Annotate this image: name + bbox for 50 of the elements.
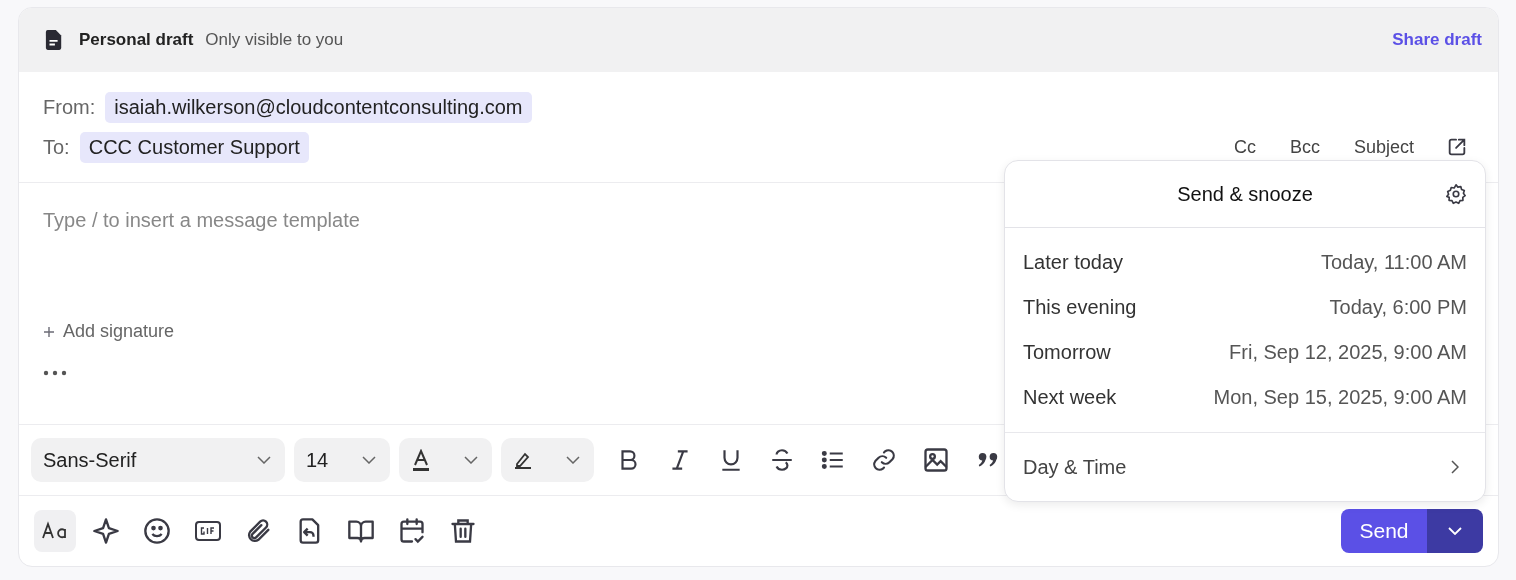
chevron-down-icon (464, 456, 478, 464)
option-label: This evening (1023, 296, 1137, 319)
option-label: Next week (1023, 386, 1117, 409)
draft-title: Personal draft (79, 30, 194, 50)
add-signature-link[interactable]: Add signature (43, 321, 175, 342)
chevron-right-icon (1451, 460, 1459, 474)
option-label: Tomorrow (1023, 341, 1111, 364)
snooze-option[interactable]: This evening Today, 6:00 PM (1005, 285, 1485, 330)
settings-icon[interactable] (1445, 183, 1467, 205)
chevron-down-icon (1448, 527, 1462, 535)
image-icon[interactable] (922, 446, 950, 474)
message-field[interactable]: Type / to insert a message template (43, 209, 983, 309)
recipient-chip[interactable]: CCC Customer Support (79, 131, 309, 163)
sender-chip[interactable]: isaiah.wilkerson@cloudcontentconsulting.com (105, 91, 532, 123)
field-link[interactable]: Subject (1353, 136, 1414, 158)
link-icon[interactable] (871, 447, 897, 473)
chevron-down-icon (362, 456, 376, 464)
document-icon (45, 29, 63, 51)
option-time: Today, 11:00 AM (1321, 251, 1467, 274)
share-draft-link[interactable]: Share draft (1392, 30, 1482, 50)
option-label: Day & Time (1023, 455, 1127, 479)
to-label: To: (43, 135, 70, 159)
from-label: From: (43, 95, 96, 119)
snooze-option[interactable]: Tomorrow Fri, Sep 12, 2025, 9:00 AM (1005, 330, 1485, 375)
send-button[interactable]: Send (1341, 509, 1427, 553)
format-icon[interactable] (34, 510, 76, 552)
field-link[interactable]: Cc (1233, 136, 1256, 158)
draft-subtitle: Only visible to you (205, 30, 344, 50)
external-link-icon[interactable] (1446, 136, 1468, 158)
snooze-option[interactable]: Next week Mon, Sep 15, 2025, 9:00 AM (1005, 375, 1485, 420)
chevron-down-icon (566, 456, 580, 464)
text-color-dropdown[interactable] (399, 438, 492, 482)
menu-title: Send & snooze (1177, 182, 1313, 206)
day-time-option[interactable]: Day & Time (1005, 433, 1485, 501)
highlighter-icon (513, 450, 533, 470)
highlight-dropdown[interactable] (501, 438, 594, 482)
plus-icon (43, 325, 55, 338)
font-dropdown[interactable]: Sans-Serif (31, 438, 285, 482)
more-icon[interactable] (43, 370, 67, 376)
option-label: Later today (1023, 251, 1124, 274)
snooze-option[interactable]: Later today Today, 11:00 AM (1005, 240, 1485, 285)
option-time: Fri, Sep 12, 2025, 9:00 AM (1229, 341, 1467, 364)
field-link[interactable]: Bcc (1289, 136, 1320, 158)
chevron-down-icon (257, 456, 271, 464)
strikethrough-icon[interactable] (769, 447, 795, 473)
option-time: Today, 6:00 PM (1329, 296, 1467, 319)
option-time: Mon, Sep 15, 2025, 9:00 AM (1213, 386, 1467, 409)
text-color-icon (411, 449, 431, 471)
size-dropdown[interactable]: 14 (294, 438, 390, 482)
send-options-button[interactable] (1427, 509, 1483, 553)
